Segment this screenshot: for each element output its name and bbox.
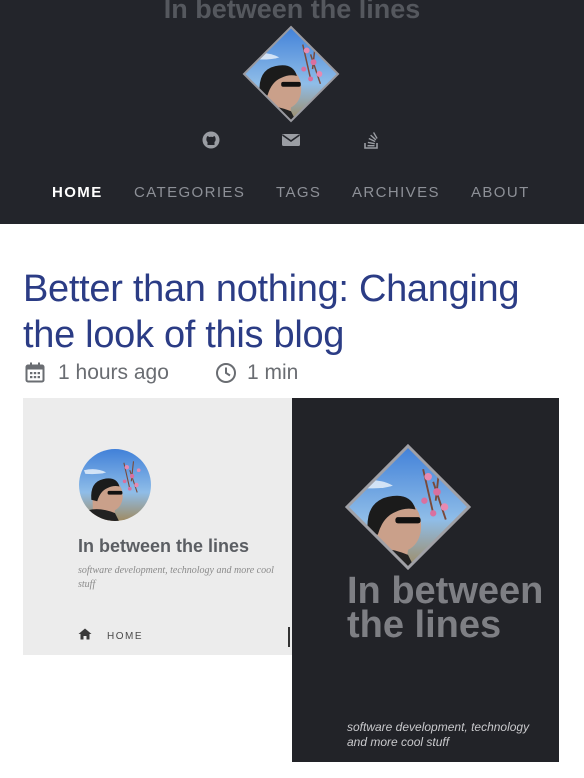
old-look-screenshot: In between the lines software developmen… [23, 398, 292, 655]
avatar[interactable] [242, 25, 340, 123]
github-icon[interactable] [201, 130, 221, 150]
old-avatar [79, 449, 151, 521]
reading-time-text: 1 min [247, 361, 299, 384]
post-title[interactable]: Better than nothing: Changing the look o… [23, 266, 568, 358]
calendar-icon [25, 362, 45, 383]
envelope-icon[interactable] [281, 130, 301, 150]
new-site-subtitle: software development, technology and mor… [347, 720, 530, 749]
main-nav: HOME CATEGORIES TAGS ARCHIVES ABOUT [0, 184, 584, 202]
divider [288, 627, 290, 647]
nav-categories[interactable]: CATEGORIES [134, 184, 245, 201]
stack-overflow-icon[interactable] [361, 130, 381, 150]
nav-about[interactable]: ABOUT [471, 184, 530, 201]
new-look-screenshot: In between the lines software developmen… [292, 398, 559, 762]
old-site-title: In between the lines [78, 536, 250, 556]
post-date-text: 1 hours ago [58, 361, 169, 384]
old-nav-home: HOME [107, 631, 143, 642]
home-icon [78, 628, 92, 640]
clock-icon [216, 363, 236, 383]
site-title[interactable]: In between the lines [0, 0, 584, 25]
new-site-title: In between the lines [347, 570, 544, 646]
site-header: In between the lines HOME CATEGORIES TAG… [0, 0, 584, 224]
nav-archives[interactable]: ARCHIVES [352, 184, 440, 201]
new-avatar [345, 444, 471, 570]
nav-home[interactable]: HOME [52, 184, 103, 201]
old-site-subtitle: software development, technology and mor… [78, 565, 274, 590]
nav-tags[interactable]: TAGS [276, 184, 321, 201]
